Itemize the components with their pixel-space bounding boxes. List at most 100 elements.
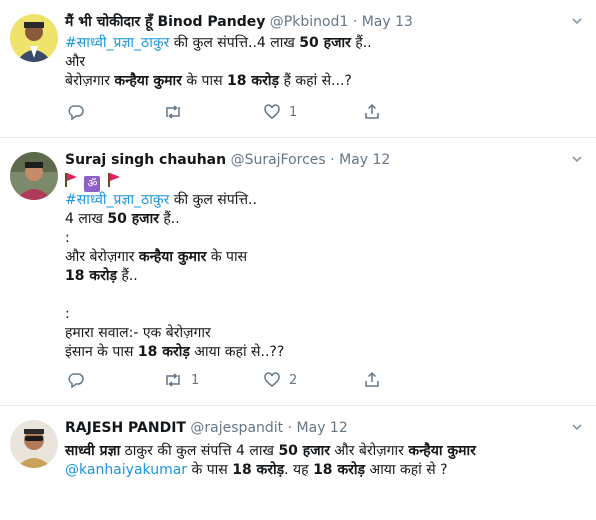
emoji-line: ॐ (65, 172, 585, 192)
avatar[interactable] (10, 14, 58, 62)
text-span: बेरोज़गार (65, 73, 115, 89)
text-span: हैं कहां से...? (279, 73, 352, 89)
text-span: और (65, 54, 86, 70)
tweet-header: मैं भी चोकीदार हूँ Binod Pandey @Pkbinod… (65, 12, 413, 32)
text-span: की कुल संपत्ति.. (169, 192, 257, 208)
text-span: हैं.. (350, 35, 372, 51)
red-flag-icon (65, 173, 77, 187)
text-span: हैं.. (158, 211, 180, 227)
text-line: इंसान के पास 18 करोड़ आया कहां से..?? (65, 343, 585, 362)
text-span: आया कहां से..?? (189, 344, 285, 360)
tweet-text: #साध्वी_प्रज्ञा_ठाकुर की कुल संपत्ति..4 … (65, 191, 585, 362)
bold-text: कन्हैया कुमार (408, 443, 476, 459)
text-line: #साध्वी_प्रज्ञा_ठाकुर की कुल संपत्ति.. (65, 191, 585, 210)
avatar[interactable] (10, 420, 58, 468)
like-button[interactable]: 2 (263, 371, 297, 389)
text-line: साध्वी प्रज्ञा ठाकुर की कुल संपत्ति 4 ला… (65, 442, 585, 461)
separator: · (330, 152, 335, 168)
text-line: 4 लाख 50 हजार हैं.. (65, 210, 585, 229)
text-span: : (65, 230, 70, 246)
mention-link[interactable]: @kanhaiyakumar (65, 462, 187, 478)
avatar[interactable] (10, 152, 58, 200)
timestamp[interactable]: May 12 (339, 152, 390, 168)
tweet-text: साध्वी प्रज्ञा ठाकुर की कुल संपत्ति 4 ला… (65, 442, 585, 480)
handle[interactable]: @SurajForces (231, 152, 326, 168)
tweet-header: Suraj singh chauhan @SurajForces · May 1… (65, 150, 390, 170)
red-flag-icon (107, 173, 120, 187)
display-name[interactable]: मैं भी चोकीदार हूँ Binod Pandey (65, 14, 265, 30)
like-icon (263, 371, 281, 389)
separator: · (352, 14, 358, 30)
hashtag-link[interactable]: #साध्वी_प्रज्ञा_ठाकुर (65, 192, 169, 208)
text-span: 4 लाख (65, 211, 108, 227)
bold-text: 18 करोड़ (232, 462, 285, 478)
text-span: और बेरोज़गार (329, 443, 409, 459)
text-line: : (65, 305, 585, 324)
bold-text: कन्हैया कुमार (114, 73, 182, 89)
text-line: बेरोज़गार कन्हैया कुमार के पास 18 करोड़ … (65, 72, 585, 91)
display-name[interactable]: Suraj singh chauhan (65, 152, 226, 168)
chevron-down-icon[interactable] (570, 152, 584, 170)
retweet-button[interactable] (163, 103, 191, 121)
text-span: के पास (187, 462, 233, 478)
chevron-down-icon[interactable] (570, 14, 584, 32)
text-span: की कुल संपत्ति..4 लाख (169, 35, 300, 51)
text-line: और (65, 53, 585, 72)
like-count: 2 (289, 372, 298, 388)
text-span: ठाकुर की कुल संपत्ति 4 लाख (120, 443, 279, 459)
bold-text: 18 करोड़ (313, 462, 366, 478)
hashtag-link[interactable]: #साध्वी_प्रज्ञा_ठाकुर (65, 35, 169, 51)
share-button[interactable] (363, 371, 381, 389)
share-icon (363, 103, 381, 121)
reply-icon (67, 103, 85, 121)
bold-text: 50 हजार (278, 443, 330, 459)
bold-text: 18 करोड़ (137, 344, 190, 360)
like-count: 1 (289, 104, 298, 120)
reply-icon (67, 371, 85, 389)
text-line: @kanhaiyakumar के पास 18 करोड़. यह 18 कर… (65, 461, 585, 480)
tweet-actions: 1 (65, 103, 465, 123)
timestamp[interactable]: May 13 (362, 14, 413, 30)
handle[interactable]: @Pkbinod1 (270, 14, 349, 30)
text-span: हैं.. (116, 268, 138, 284)
bold-text: 50 हजार (299, 35, 351, 51)
text-line: हमारा सवाल:- एक बेरोज़गार (65, 324, 585, 343)
retweet-icon (163, 103, 183, 121)
share-icon (363, 371, 381, 389)
text-span: . यह (284, 462, 314, 478)
text-line (65, 286, 585, 305)
text-span: आया कहां से ? (365, 462, 448, 478)
text-span: के पास (181, 73, 228, 89)
om-icon: ॐ (84, 176, 101, 192)
retweet-icon (163, 371, 183, 389)
share-button[interactable] (363, 103, 381, 121)
bold-text: 18 करोड़ (65, 268, 117, 284)
bold-text: साध्वी प्रज्ञा (65, 443, 121, 459)
text-span: के पास (206, 249, 248, 265)
text-line: : (65, 229, 585, 248)
text-line: और बेरोज़गार कन्हैया कुमार के पास (65, 248, 585, 267)
bold-text: 18 करोड़ (227, 73, 279, 89)
handle[interactable]: @rajespandit (190, 420, 283, 436)
text-span: : (65, 306, 70, 322)
text-span: इंसान के पास (65, 344, 138, 360)
retweet-button[interactable]: 1 (163, 371, 199, 389)
tweet-2[interactable]: Suraj singh chauhan @SurajForces · May 1… (0, 138, 596, 405)
bold-text: 50 हजार (107, 211, 159, 227)
reply-button[interactable] (67, 371, 93, 389)
display-name[interactable]: RAJESH PANDIT (65, 420, 186, 436)
bold-text: कन्हैया कुमार (138, 249, 207, 265)
tweet-1[interactable]: मैं भी चोकीदार हूँ Binod Pandey @Pkbinod… (0, 0, 596, 137)
timestamp[interactable]: May 12 (297, 420, 348, 436)
text-line: #साध्वी_प्रज्ञा_ठाकुर की कुल संपत्ति..4 … (65, 34, 585, 53)
reply-button[interactable] (67, 103, 93, 121)
text-span: हमारा सवाल:- एक बेरोज़गार (65, 325, 211, 341)
like-button[interactable]: 1 (263, 103, 297, 121)
text-span: और बेरोज़गार (65, 249, 139, 265)
tweet-actions: 1 2 (65, 371, 465, 391)
tweet-3[interactable]: RAJESH PANDIT @rajespandit · May 12 साध्… (0, 406, 596, 520)
chevron-down-icon[interactable] (570, 420, 584, 438)
tweet-header: RAJESH PANDIT @rajespandit · May 12 (65, 418, 348, 438)
text-line: 18 करोड़ हैं.. (65, 267, 585, 286)
retweet-count: 1 (191, 372, 200, 388)
